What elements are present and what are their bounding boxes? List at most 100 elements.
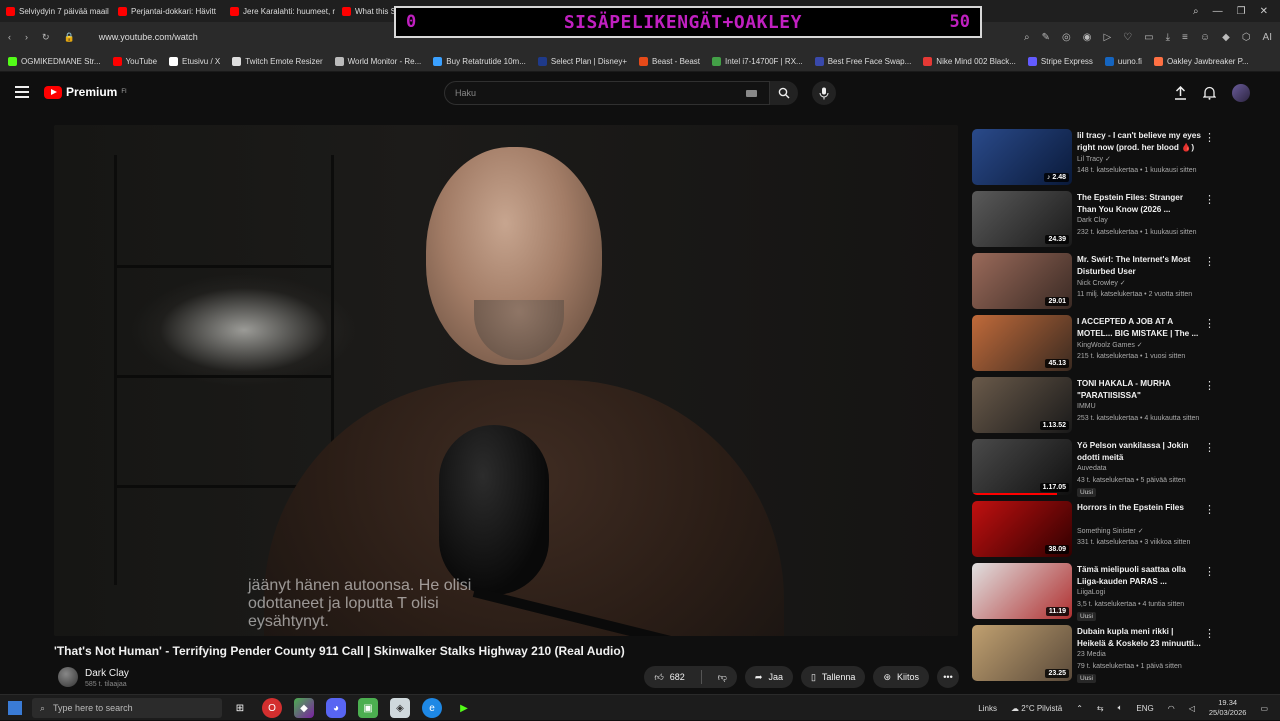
windows-start-icon[interactable]	[8, 701, 22, 715]
recommendation-item[interactable]: 11.19 Tämä mielipuoli saattaa olla Liiga-…	[972, 563, 1222, 625]
recommendation-item[interactable]: 1.13.52 TONI HAKALA - MURHA "PARATIISISSA…	[972, 377, 1222, 439]
reload-icon[interactable]: ↻	[42, 32, 50, 43]
video-thumbnail[interactable]: 29.01	[972, 253, 1072, 309]
channel-avatar[interactable]	[58, 667, 78, 687]
screenshot-icon[interactable]: ◎	[1062, 32, 1071, 43]
back-icon[interactable]: ‹	[8, 32, 11, 42]
browser-tab[interactable]: Jere Karalahti: huumeet, r	[224, 0, 336, 22]
video-thumbnail[interactable]: 45.13	[972, 315, 1072, 371]
menu-lines-icon[interactable]: ≡	[1182, 32, 1188, 43]
system-clock[interactable]: 19.34 25/03/2026	[1209, 698, 1247, 718]
bookmark-item[interactable]: Best Free Face Swap...	[814, 57, 911, 66]
video-thumbnail[interactable]: 38.09	[972, 501, 1072, 557]
recommendation-channel[interactable]: Nick Crowley ✓	[1077, 279, 1126, 287]
recommendation-item[interactable]: 29.01 Mr. Swirl: The Internet's Most Dist…	[972, 253, 1222, 315]
kick-icon[interactable]: ▶	[454, 698, 474, 718]
bookmark-item[interactable]: Beast - Beast	[639, 57, 700, 66]
video-thumbnail[interactable]: 24.39	[972, 191, 1072, 247]
maximize-icon[interactable]: ❐	[1237, 6, 1246, 17]
recommendation-title[interactable]: Horrors in the Epstein Files	[1077, 502, 1202, 514]
voice-search-button[interactable]	[812, 81, 836, 105]
recommendation-title[interactable]: Dubain kupla meni rikki | Heikelä & Kosk…	[1077, 626, 1202, 650]
video-player[interactable]: jäänyt hänen autoonsa. He olisi odottane…	[54, 125, 958, 636]
recommendation-title[interactable]: Yö Pelson vankilassa | Jokin odotti meit…	[1077, 440, 1202, 464]
volume-icon[interactable]: 🔈︎	[1118, 703, 1123, 713]
edge-icon[interactable]: e	[422, 698, 442, 718]
browser-tab[interactable]: Perjantai-dokkari: Hävitt	[112, 0, 224, 22]
bookmark-item[interactable]: YouTube	[112, 57, 157, 66]
app-icon[interactable]: ◆	[294, 698, 314, 718]
bookmark-item[interactable]: World Monitor - Re...	[334, 57, 421, 66]
search-input[interactable]: Haku	[444, 81, 770, 105]
forward-icon[interactable]: ›	[25, 32, 28, 42]
tray-overflow-icon[interactable]: ⌃	[1076, 704, 1083, 713]
favorite-icon[interactable]: ♡	[1123, 32, 1132, 43]
discord-icon[interactable]: ◕	[326, 698, 346, 718]
recommendation-title[interactable]: The Epstein Files: Stranger Than You Kno…	[1077, 192, 1202, 216]
url-field[interactable]: www.youtube.com/watch	[99, 32, 198, 42]
recommendation-item[interactable]: 38.09 Horrors in the Epstein Files Somethi…	[972, 501, 1222, 563]
wallet-icon[interactable]: ▭	[1144, 32, 1153, 43]
minimize-icon[interactable]: —	[1213, 6, 1223, 17]
recommendation-item[interactable]: 23.25 Dubain kupla meni rikki | Heikelä &…	[972, 625, 1222, 687]
thanks-button[interactable]: ⊛ Kiitos	[873, 666, 929, 688]
recommendation-title[interactable]: Mr. Swirl: The Internet's Most Disturbed…	[1077, 254, 1202, 278]
more-options-icon[interactable]: ⋮	[1204, 379, 1215, 392]
site-info-icon[interactable]: 🔒	[64, 32, 75, 43]
opera-gx-icon[interactable]: O	[262, 698, 282, 718]
notifications-bell-icon[interactable]	[1203, 86, 1216, 100]
shield-app-icon[interactable]: ◈	[390, 698, 410, 718]
upload-icon[interactable]	[1174, 86, 1187, 100]
tracking-icon[interactable]: ◉	[1083, 32, 1092, 43]
bookmark-item[interactable]: Twitch Emote Resizer	[232, 57, 323, 66]
more-actions-button[interactable]: •••	[937, 666, 959, 688]
edit-icon[interactable]: ✎	[1042, 32, 1050, 43]
video-thumbnail[interactable]: 1.17.05	[972, 439, 1072, 495]
spotify-like-icon[interactable]: ▣	[358, 698, 378, 718]
keyboard-icon[interactable]	[746, 90, 757, 97]
bookmark-item[interactable]: Select Plan | Disney+	[537, 57, 627, 66]
video-thumbnail[interactable]: 1.13.52	[972, 377, 1072, 433]
recommendation-channel[interactable]: 23 Media	[1077, 651, 1106, 658]
recommendation-item[interactable]: 1.17.05 Yö Pelson vankilassa | Jokin odot…	[972, 439, 1222, 501]
search-tabs-icon[interactable]: ⌕	[1193, 6, 1199, 17]
recommendation-title[interactable]: TONI HAKALA - MURHA "PARATIISISSA"	[1077, 378, 1202, 402]
video-thumbnail[interactable]: 11.19	[972, 563, 1072, 619]
recommendation-title[interactable]: Tämä mielipuoli saattaa olla Liiga-kaude…	[1077, 564, 1202, 588]
bookmark-item[interactable]: uuno.fi	[1104, 57, 1142, 66]
bookmark-item[interactable]: Stripe Express	[1027, 57, 1093, 66]
ai-button[interactable]: AI	[1263, 32, 1272, 43]
recommendation-channel[interactable]: IMMU	[1077, 403, 1096, 410]
box-icon[interactable]: ⬡	[1242, 32, 1251, 43]
account-avatar[interactable]	[1232, 84, 1250, 102]
more-options-icon[interactable]: ⋮	[1204, 131, 1215, 144]
bookmark-item[interactable]: Etusivu / X	[169, 57, 220, 66]
more-options-icon[interactable]: ⋮	[1204, 255, 1215, 268]
dislike-button[interactable]: 👎︎	[708, 666, 737, 688]
zoom-icon[interactable]: ⌕	[1024, 32, 1030, 43]
recommendation-channel[interactable]: Lil Tracy ✓	[1077, 155, 1111, 163]
network-icon[interactable]: ⇆	[1097, 704, 1104, 713]
search-button[interactable]	[770, 81, 798, 105]
share-button[interactable]: ➦ Jaa	[744, 666, 793, 688]
more-options-icon[interactable]: ⋮	[1204, 565, 1215, 578]
recommendation-item[interactable]: 24.39 The Epstein Files: Stranger Than Yo…	[972, 191, 1222, 253]
channel-name[interactable]: Dark Clay	[85, 668, 129, 679]
weather-widget[interactable]: ☁ 2°C Pilvistä	[1011, 704, 1062, 713]
more-options-icon[interactable]: ⋮	[1204, 441, 1215, 454]
more-options-icon[interactable]: ⋮	[1204, 503, 1215, 516]
more-options-icon[interactable]: ⋮	[1204, 317, 1215, 330]
download-icon[interactable]: ⤓	[1166, 32, 1170, 43]
bookmark-item[interactable]: Nike Mind 002 Black...	[923, 57, 1016, 66]
save-button[interactable]: ▯ Tallenna	[800, 666, 866, 688]
recommendation-channel[interactable]: LiigaLogi	[1077, 589, 1105, 596]
wifi-icon[interactable]: ◠	[1168, 704, 1175, 713]
recommendation-channel[interactable]: KingWoolz Games ✓	[1077, 341, 1143, 349]
links-toolbar[interactable]: Links	[978, 704, 997, 713]
task-view-icon[interactable]: ⊞	[230, 698, 250, 718]
recommendation-channel[interactable]: Something Sinister ✓	[1077, 527, 1144, 535]
youtube-logo[interactable]: Premium FI	[44, 85, 127, 99]
bookmark-item[interactable]: Intel i7-14700F | RX...	[712, 57, 803, 66]
like-button[interactable]: 👍︎ 682	[644, 666, 694, 688]
bookmark-item[interactable]: OGMIKEDMANE Str...	[8, 57, 101, 66]
